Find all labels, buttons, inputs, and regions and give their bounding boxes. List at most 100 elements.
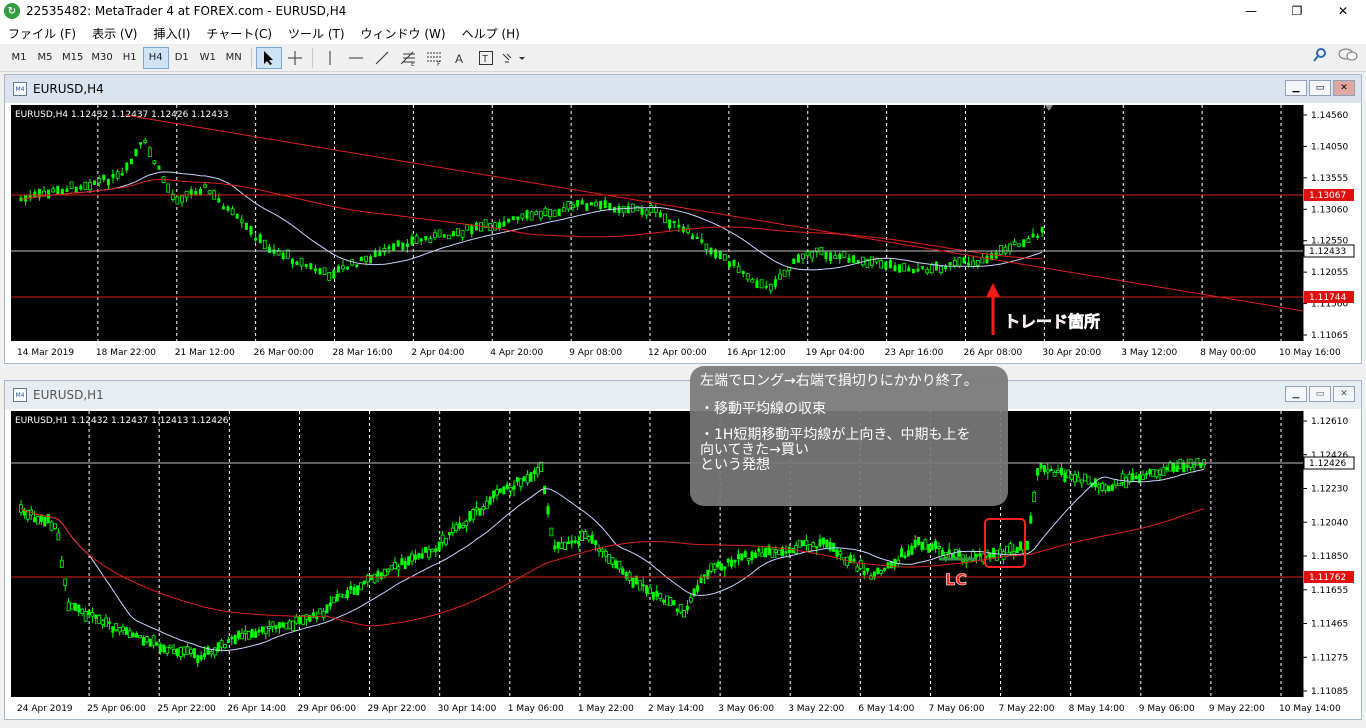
candle-body xyxy=(274,625,278,630)
chart-window-h4[interactable]: M4 EURUSD,H4 ▁ ▭ ✕ 14 Mar 2019 18 Mar 22:… xyxy=(4,74,1362,364)
candle-body xyxy=(260,626,264,633)
candle-body xyxy=(437,541,441,551)
menu-view[interactable]: 表示 (V) xyxy=(84,25,145,42)
candle-body xyxy=(419,238,423,242)
text-icon[interactable]: A xyxy=(447,47,473,69)
chart-close-button[interactable]: ✕ xyxy=(1333,386,1355,402)
fibonacci-icon[interactable]: E xyxy=(395,47,421,69)
candle-body xyxy=(916,268,920,272)
candle-body xyxy=(511,216,515,221)
close-button[interactable]: ✕ xyxy=(1320,0,1366,22)
minimize-button[interactable]: — xyxy=(1228,0,1274,22)
chart-window-icon: M4 xyxy=(13,82,27,96)
price-chart-h1[interactable]: 24 Apr 2019 25 Apr 06:00 25 Apr 22:00 26 Ap… xyxy=(5,409,1361,719)
time-tick-label: 30 Apr 14:00 xyxy=(438,704,497,714)
timeframe-h4[interactable]: H4 xyxy=(142,46,169,69)
timeframe-m1[interactable]: M1 xyxy=(6,47,32,69)
candle-body xyxy=(272,249,276,254)
search-icon[interactable] xyxy=(1312,47,1328,63)
candle-body xyxy=(127,630,132,639)
maximize-button[interactable]: ❐ xyxy=(1274,0,1320,22)
candle-body xyxy=(287,620,292,630)
timeframe-m30[interactable]: M30 xyxy=(87,47,116,69)
candle-body xyxy=(254,631,258,638)
chart-maximize-button[interactable]: ▭ xyxy=(1309,80,1331,96)
timeframe-m5[interactable]: M5 xyxy=(32,47,58,69)
text-label-icon[interactable]: T xyxy=(473,47,499,69)
candle-body xyxy=(957,550,961,557)
candle-body xyxy=(612,207,616,213)
time-tick-label: 10 May 14:00 xyxy=(1279,704,1341,714)
timeframe-d1[interactable]: D1 xyxy=(169,47,195,69)
cursor-icon[interactable] xyxy=(255,46,282,69)
candle-body xyxy=(497,222,501,229)
candle-body xyxy=(492,222,497,231)
chart-window-h1[interactable]: M4 EURUSD,H1 ▁ ▭ ✕ 24 Apr 2019 25 Apr 06:… xyxy=(4,380,1362,720)
timeframe-m15[interactable]: M15 xyxy=(58,47,87,69)
candle-body xyxy=(1103,484,1108,491)
timeframe-h1[interactable]: H1 xyxy=(117,47,143,69)
candle-body xyxy=(70,602,74,610)
chart-maximize-button[interactable]: ▭ xyxy=(1309,386,1331,402)
candle-body xyxy=(801,253,805,260)
callout-line-3: ・1H短期移動平均線が上向き、中期も上を 向いてきた→買い という発想 xyxy=(700,427,971,473)
candle-body xyxy=(626,206,630,214)
candle-body xyxy=(77,604,81,613)
crosshair-icon[interactable] xyxy=(282,47,308,69)
time-tick-label: 26 Apr 14:00 xyxy=(227,704,286,714)
candle-body xyxy=(230,208,235,216)
time-tick-label: 9 May 06:00 xyxy=(1139,704,1195,714)
candle-body xyxy=(1202,459,1207,466)
menu-help[interactable]: ヘルプ (H) xyxy=(454,25,528,42)
menu-window[interactable]: ウィンドウ (W) xyxy=(353,25,454,42)
menu-insert[interactable]: 挿入(I) xyxy=(145,25,198,42)
candle-body xyxy=(860,256,865,266)
candle-body xyxy=(321,610,326,619)
menu-charts[interactable]: チャート(C) xyxy=(198,25,280,42)
candle-body xyxy=(79,185,83,190)
candle-body xyxy=(196,655,200,664)
candle-body xyxy=(561,207,566,212)
menu-tools[interactable]: ツール (T) xyxy=(280,25,353,42)
candle-body xyxy=(120,173,124,176)
candle-body xyxy=(495,489,499,496)
channel-icon[interactable]: F xyxy=(421,47,447,69)
chat-icon[interactable] xyxy=(1338,47,1358,63)
candle-body xyxy=(741,270,745,274)
vertical-line-icon[interactable] xyxy=(317,47,343,69)
timeframe-mn[interactable]: MN xyxy=(221,47,247,69)
trendline-icon[interactable] xyxy=(369,47,395,69)
candle-body xyxy=(770,548,775,558)
callout-line-1: 左端でロング→右端で損切りにかかり終了。 xyxy=(700,373,978,389)
candle-body xyxy=(807,544,812,552)
time-tick-label: 2 May 14:00 xyxy=(648,704,704,714)
candle-body xyxy=(975,260,980,266)
candle-body xyxy=(991,547,995,558)
menu-file[interactable]: ファイル (F) xyxy=(0,25,84,42)
price-chart-h4[interactable]: 14 Mar 2019 18 Mar 22:00 21 Mar 12:00 26 Ma… xyxy=(5,103,1361,363)
candle-body xyxy=(403,560,407,569)
candle-body xyxy=(1175,465,1179,472)
time-tick-label: 16 Apr 12:00 xyxy=(727,348,786,358)
candle-body xyxy=(566,200,571,210)
candle-body xyxy=(1073,474,1077,483)
candle-body xyxy=(516,216,520,220)
chart-close-button[interactable]: ✕ xyxy=(1333,80,1355,96)
candle-body xyxy=(778,273,782,280)
candle-body xyxy=(209,651,214,655)
candle-body xyxy=(322,267,327,275)
chart-minimize-button[interactable]: ▁ xyxy=(1285,80,1307,96)
chart-minimize-button[interactable]: ▁ xyxy=(1285,386,1307,402)
candle-body xyxy=(488,496,492,505)
candle-body xyxy=(825,539,829,548)
horizontal-line-icon[interactable] xyxy=(343,47,369,69)
candle-body xyxy=(221,206,225,210)
candle-body xyxy=(172,648,176,655)
time-tick-label: 7 May 06:00 xyxy=(928,704,984,714)
candle-body xyxy=(456,228,460,237)
timeframe-w1[interactable]: W1 xyxy=(195,47,221,69)
price-level-label: 1.13067 xyxy=(1309,191,1346,201)
candle-body xyxy=(1063,472,1067,482)
arrows-icon[interactable] xyxy=(499,47,529,69)
candle-body xyxy=(313,268,317,272)
